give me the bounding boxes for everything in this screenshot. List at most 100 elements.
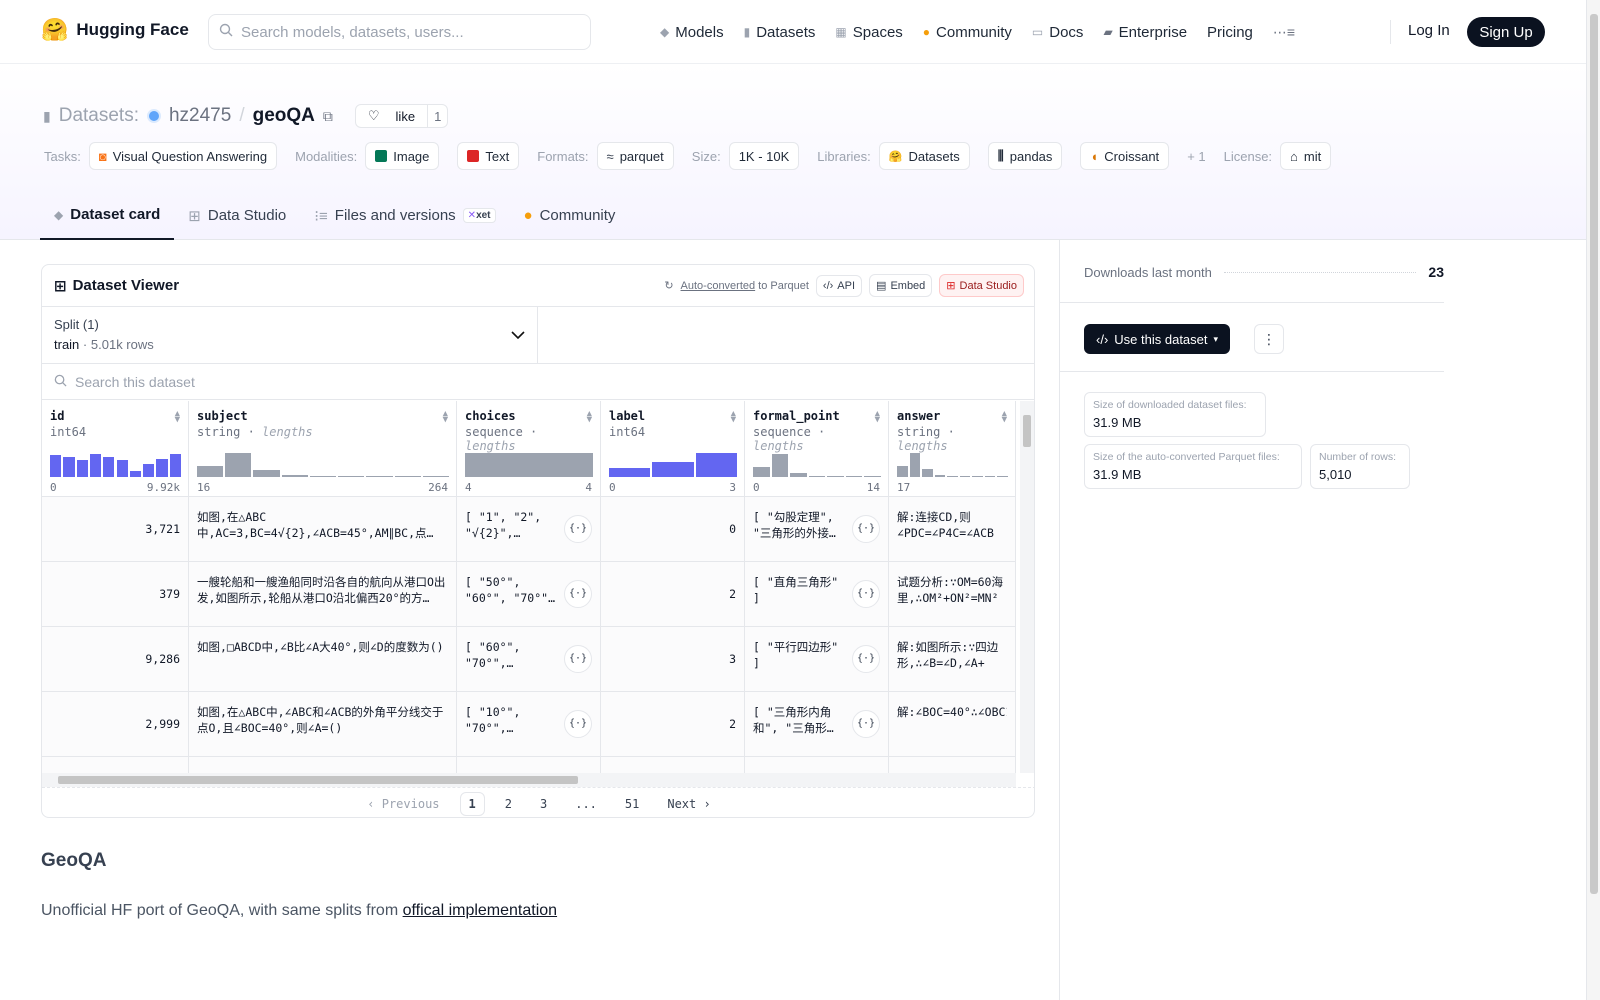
cell-formal_point[interactable]: [ "勾股定理", "三角形的外接… {·} (745, 497, 888, 562)
copy-icon[interactable]: ⧉ (323, 108, 333, 125)
json-expand-icon[interactable]: {·} (852, 515, 880, 543)
json-expand-icon[interactable]: {·} (564, 645, 592, 673)
cell-label[interactable]: 2 (601, 692, 744, 757)
json-expand-icon[interactable]: {·} (564, 580, 592, 608)
tag-modality-text[interactable]: Text (457, 142, 520, 170)
data-studio-button[interactable]: ⊞ Data Studio (939, 274, 1024, 297)
nav-models[interactable]: ◆ Models (660, 24, 724, 41)
cell-subject[interactable]: 如图,在△ABC中,∠ABC和∠ACB的外角平分线交于点O,且∠BOC=40°,… (189, 692, 456, 757)
next-page-button[interactable]: Next › (659, 793, 718, 815)
embed-button[interactable]: ▤ Embed (869, 274, 933, 297)
horizontal-scrollbar[interactable] (42, 773, 1016, 787)
nav-enterprise[interactable]: ▰ Enterprise (1103, 24, 1187, 41)
histogram-bar[interactable] (76, 460, 88, 477)
sort-icon[interactable]: ▲ ▼ (175, 410, 180, 425)
histogram-bar[interactable] (89, 454, 102, 477)
cell-formal_point[interactable]: [ "直角三角形" ] {·} (745, 562, 888, 627)
signup-button[interactable]: Sign Up (1467, 17, 1545, 47)
cell-label[interactable]: 2 (601, 562, 744, 627)
breadcrumb-section[interactable]: Datasets: (59, 105, 139, 127)
nav-docs[interactable]: ▭ Docs (1032, 24, 1084, 41)
page-scrollbar[interactable] (1586, 0, 1600, 1000)
histogram-bar[interactable] (845, 476, 863, 477)
use-dataset-button[interactable]: ‹/› Use this dataset ▾ (1084, 324, 1231, 354)
cell-subject[interactable]: 一艘轮船和一艘渔船同时沿各自的航向从港口O出发,如图所示,轮船从港口O沿北偏西2… (189, 562, 456, 627)
cell-id[interactable]: 3,721 (42, 497, 188, 562)
json-expand-icon[interactable]: {·} (852, 645, 880, 673)
sort-icon[interactable]: ▲ ▼ (1002, 410, 1007, 425)
histogram-bar[interactable] (422, 475, 449, 477)
histogram-bar[interactable] (253, 469, 280, 477)
vertical-scroll-thumb[interactable] (1023, 415, 1031, 447)
brand-logo[interactable]: 🤗 Hugging Face (41, 17, 189, 43)
cell-answer[interactable]: 解:∠BOC=40°∴∠OBC140°×2=80°∴∠A= (889, 692, 1015, 757)
cell-answer[interactable]: 解:连接CD,则∠PDC=∠P4C=∠ACB (889, 497, 1015, 562)
histogram-bar[interactable] (169, 454, 181, 477)
nav-datasets[interactable]: ▮ Datasets (744, 24, 816, 41)
histogram-bar[interactable] (897, 466, 908, 477)
histogram-bar[interactable] (753, 467, 770, 477)
histogram-bar[interactable] (790, 473, 807, 477)
histogram-bar[interactable] (808, 475, 826, 477)
histogram-bar[interactable] (864, 476, 881, 477)
histogram-bar[interactable] (959, 475, 971, 477)
histogram-bar[interactable] (116, 460, 128, 477)
cell-label[interactable]: 0 (601, 497, 744, 562)
sort-icon[interactable]: ▲ ▼ (731, 410, 736, 425)
histogram-bar[interactable] (366, 475, 393, 477)
dataset-name[interactable]: geoQA (253, 105, 315, 127)
dataset-search-input[interactable]: Search this dataset (42, 364, 1034, 400)
histogram-bar[interactable] (695, 453, 737, 477)
split-selector[interactable]: Split (1) train · 5.01k rows (42, 307, 538, 363)
tab-community[interactable]: ● Community (510, 191, 630, 240)
cell-id[interactable]: 379 (42, 562, 188, 627)
sort-icon[interactable]: ▲ ▼ (443, 410, 448, 425)
json-expand-icon[interactable]: {·} (852, 580, 880, 608)
cell-formal_point[interactable]: [ "平行四边形" ] {·} (745, 627, 888, 692)
histogram-bar[interactable] (652, 462, 694, 477)
tag-library-pandas[interactable]: ⫼ pandas (987, 142, 1063, 170)
column-header[interactable]: choices sequence · lengths ▲ ▼ 4 4 (457, 401, 600, 497)
histogram-bar[interactable] (63, 456, 75, 477)
more-options-button[interactable]: ⋮ (1254, 324, 1284, 354)
histogram-bar[interactable] (465, 453, 593, 477)
cell-choices[interactable]: [ "1", "2", "√{2}",… {·} (457, 497, 600, 562)
tab-files-and-versions[interactable]: ⁝≡ Files and versions ✕xet (300, 191, 509, 240)
nav-pricing[interactable]: Pricing (1207, 24, 1253, 41)
page-51[interactable]: 51 (617, 793, 647, 815)
like-button[interactable]: ♡ like 1 (354, 104, 449, 128)
histogram-bar[interactable] (984, 475, 996, 477)
nav-community[interactable]: ● Community (923, 24, 1012, 41)
horizontal-scroll-thumb[interactable] (58, 776, 578, 784)
auto-converted-link[interactable]: Auto-converted (681, 280, 756, 292)
histogram-bar[interactable] (156, 459, 168, 477)
histogram-bar[interactable] (281, 475, 308, 477)
sort-icon[interactable]: ▲ ▼ (875, 410, 880, 425)
column-header[interactable]: id int64 ▲ ▼ 0 9.92k (42, 401, 188, 497)
libraries-more[interactable]: + 1 (1187, 149, 1205, 164)
histogram-bar[interactable] (309, 475, 337, 477)
breadcrumb-owner[interactable]: hz2475 (169, 105, 231, 127)
cell-formal_point[interactable]: [ "三角形内角和", "三角形… {·} (745, 692, 888, 757)
tag-license[interactable]: ⌂ mit (1280, 142, 1332, 170)
tag-library-datasets[interactable]: 🤗 Datasets (878, 142, 970, 170)
page-1[interactable]: 1 (459, 791, 485, 816)
api-button[interactable]: ‹/› API (815, 274, 863, 297)
cell-choices[interactable]: [ "60°", "70°",… {·} (457, 627, 600, 692)
page-2[interactable]: 2 (497, 793, 520, 815)
cell-answer[interactable]: 试题分析:∵OM=60海里,∴OM²+ON²=MN² (889, 562, 1015, 627)
histogram-bar[interactable] (934, 474, 946, 477)
cell-choices[interactable]: [ "10°", "70°",… {·} (457, 692, 600, 757)
column-header[interactable]: label int64 ▲ ▼ 0 3 (601, 401, 744, 497)
column-header[interactable]: answer string · lengths ▲ ▼ 17 (889, 401, 1015, 497)
tab-data-studio[interactable]: ⊞ Data Studio (174, 191, 300, 240)
column-header[interactable]: subject string · lengths ▲ ▼ 16 264 (189, 401, 456, 497)
histogram-bar[interactable] (609, 467, 651, 477)
vertical-scrollbar[interactable] (1020, 401, 1034, 773)
implementation-link[interactable]: offical implementation (403, 902, 557, 919)
histogram-bar[interactable] (50, 455, 62, 477)
histogram-bar[interactable] (922, 468, 933, 477)
histogram-bar[interactable] (103, 456, 115, 477)
histogram-bar[interactable] (972, 475, 983, 477)
tag-library-croissant[interactable]: ◖ Croissant (1080, 142, 1170, 170)
